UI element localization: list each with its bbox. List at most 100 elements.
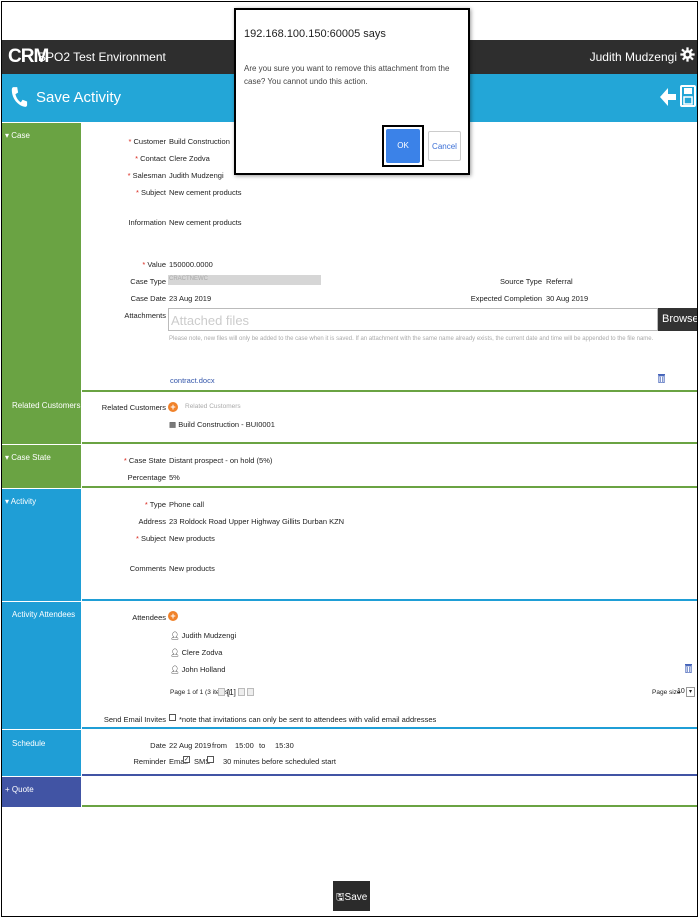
section-label: Related Customers [12,401,81,410]
quote-header[interactable]: + Quote [2,777,81,807]
pager-current-page[interactable]: [1] [227,688,236,697]
page-size-dropdown[interactable]: ▾ [686,687,695,697]
source-type-value[interactable]: Referral [546,277,573,286]
case-date-value[interactable]: 23 Aug 2019 [169,294,211,303]
pager-last-button[interactable] [247,688,254,696]
to-time[interactable]: 15:30 [275,741,294,750]
information-value[interactable]: New cement products [169,218,242,227]
trash-icon[interactable] [658,373,665,383]
schedule-content: Date 22 Aug 2019 from 15:00 to 15:30 Rem… [82,730,697,776]
contact-label: * Contact [135,154,166,163]
reminder-label: Reminder [133,757,166,766]
back-arrow-icon[interactable] [659,87,677,107]
salesman-label: * Salesman [127,171,166,180]
case-type-label: Case Type [130,277,166,286]
value-label: * Value [142,260,166,269]
add-related-customer-icon[interactable]: + [168,402,178,412]
comments-value[interactable]: New products [169,564,215,573]
attendee-item[interactable]: 👤︎ Judith Mudzengi [170,631,236,640]
attendees-section: Activity Attendees Attendees + 👤︎ Judith… [2,602,697,729]
comments-label: Comments [129,564,166,573]
save-button-label: Save [344,892,368,903]
attendee-item[interactable]: 👤︎ Clere Zodva [170,648,222,657]
related-customers-placeholder[interactable]: Related Customers [185,403,241,410]
expected-completion-value[interactable]: 30 Aug 2019 [546,294,588,303]
source-type-label: Source Type [500,277,542,286]
type-value[interactable]: Phone call [169,500,204,509]
attachments-label: Attachments [124,311,166,320]
schedule-section: Schedule Date 22 Aug 2019 from 15:00 to … [2,730,697,776]
pager-next-button[interactable] [238,688,245,696]
email-reminder-checkbox[interactable]: ✓ [183,756,190,763]
case-state-label: * Case State [123,456,166,465]
activity-header[interactable]: ▾ Activity [2,489,81,601]
case-type-field[interactable]: CRACTNEWC [168,275,321,285]
related-customers-header[interactable]: Related Customers [2,392,81,444]
attendee-item[interactable]: 👤︎ John Holland [170,665,225,674]
activity-section: ▾ Activity * Type Phone call Address 23 … [2,489,697,601]
case-state-section: ▾ Case State * Case State Distant prospe… [2,445,697,488]
sms-reminder-checkbox[interactable] [207,756,214,763]
expected-completion-label: Expected Completion [470,294,542,303]
related-customer-item[interactable]: ▦ Build Construction - BUI0001 [169,420,275,429]
salesman-value[interactable]: Judith Mudzengi [169,171,224,180]
information-label: Information [128,218,166,227]
trash-icon[interactable] [685,663,692,673]
activity-subject-value[interactable]: New products [169,534,215,543]
ok-button[interactable]: OK [386,129,420,163]
case-state-value[interactable]: Distant prospect - on hold (5%) [169,456,272,465]
case-type-value: CRACTNEWC [169,276,208,282]
pager-prev-button[interactable] [218,688,225,696]
section-label: Case [11,131,30,140]
user-name[interactable]: Judith Mudzengi [590,50,677,64]
dialog-title: 192.168.100.150:60005 says [244,28,386,40]
attachment-link[interactable]: contract.docx [170,376,215,385]
value-field[interactable]: 150000.0000 [169,260,213,269]
save-disk-icon: 🖫 [336,892,345,903]
related-customers-section: Related Customers Related Customers + Re… [2,392,697,444]
case-state-header[interactable]: ▾ Case State [2,445,81,488]
bottom-save-button[interactable]: 🖫Save [333,881,370,911]
building-icon: ▦ [169,420,177,429]
page-frame: CRM BPO2 Test Environment Judith Mudzeng… [1,1,698,917]
customer-value[interactable]: Build Construction [169,137,230,146]
attached-files-input[interactable]: Attached files [168,308,658,331]
save-disk-icon[interactable] [680,85,696,107]
attached-files-placeholder: Attached files [171,313,250,328]
section-label: + Quote [5,785,34,794]
related-customers-label: Related Customers [101,403,166,412]
collapse-caret-icon: ▾ [5,453,10,462]
address-label: Address [138,517,166,526]
attachment-note: Please note, new files will only be adde… [169,336,654,342]
related-customers-content: Related Customers + Related Customers ▦ … [82,392,697,444]
environment-name: BPO2 Test Environment [38,50,166,64]
case-section-header[interactable]: ▾ Case [2,123,81,392]
contact-value[interactable]: Clere Zodva [169,154,210,163]
gear-icon[interactable] [680,47,695,62]
add-attendee-icon[interactable]: + [168,611,178,621]
person-icon: 👤︎ [170,648,180,657]
browse-button[interactable]: Browse... [658,308,697,331]
date-value[interactable]: 22 Aug 2019 [169,741,211,750]
section-label: Activity Attendees [12,610,76,619]
schedule-header[interactable]: Schedule [2,730,81,776]
activity-content: * Type Phone call Address 23 Roldock Roa… [82,489,697,601]
customer-label: * Customer [128,137,166,146]
dialog-message: Are you sure you want to remove this att… [244,64,450,86]
section-label: Activity [10,497,37,506]
section-label: Case State [11,453,51,462]
send-invites-checkbox[interactable] [169,714,176,721]
confirm-dialog: 192.168.100.150:60005 says Are you sure … [234,8,470,175]
cancel-button[interactable]: Cancel [428,131,461,161]
address-value[interactable]: 23 Roldock Road Upper Highway Gillits Du… [169,517,344,526]
section-label: Schedule [12,739,46,748]
type-label: * Type [144,500,166,509]
collapse-caret-icon: ▾ [5,131,10,140]
from-label: from [212,741,227,750]
page-size-value[interactable]: 10 [677,688,685,695]
attendees-header[interactable]: Activity Attendees [2,602,81,729]
page-title: Save Activity [36,89,122,106]
from-time[interactable]: 15:00 [235,741,254,750]
subject-value[interactable]: New cement products [169,188,242,197]
send-invites-label: Send Email Invites [103,715,166,724]
